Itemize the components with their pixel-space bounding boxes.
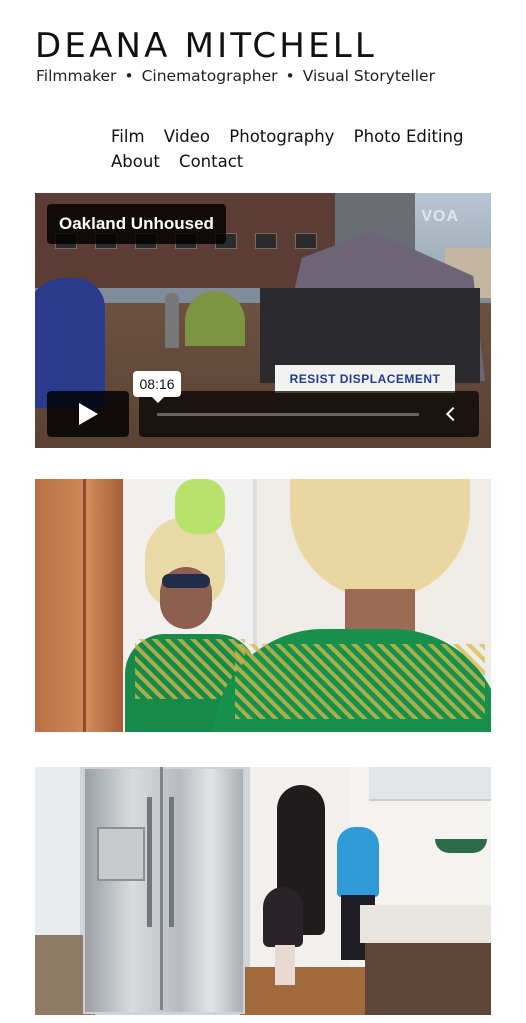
site-tagline: Filmmaker • Cinematographer • Visual Storyte… xyxy=(36,66,435,86)
nav-item-contact[interactable]: Contact xyxy=(179,149,243,174)
image-scene-cabinet xyxy=(369,767,491,801)
video-player-oakland-unhoused[interactable]: RESIST DISPLACEMENT VOA Oakland Unhoused… xyxy=(35,193,491,448)
nav-item-about[interactable]: About xyxy=(111,149,160,174)
gallery-image-kitchen-family[interactable] xyxy=(35,767,491,1015)
image-scene-child xyxy=(263,887,303,947)
image-scene-face-mask xyxy=(162,574,210,588)
image-scene-door xyxy=(35,479,123,732)
nav-item-photo-editing[interactable]: Photo Editing xyxy=(354,124,464,149)
video-scene-banner: RESIST DISPLACEMENT xyxy=(275,365,455,393)
nav-item-video[interactable]: Video xyxy=(164,124,210,149)
video-scene-tent xyxy=(185,291,245,346)
image-scene-fridge-split xyxy=(160,767,163,1010)
image-scene-hair-bow xyxy=(175,479,225,534)
video-progress-track[interactable] xyxy=(157,413,419,416)
video-control-bar xyxy=(139,391,479,437)
tagline-separator: • xyxy=(285,67,295,85)
nav-item-photography[interactable]: Photography xyxy=(229,124,334,149)
tagline-role-cinematographer: Cinematographer xyxy=(141,67,278,85)
image-scene-refrigerator xyxy=(83,767,245,1014)
image-scene-water-dispenser xyxy=(97,827,145,881)
tagline-role-filmmaker: Filmmaker xyxy=(36,67,117,85)
voa-logo: VOA xyxy=(421,208,459,225)
play-button[interactable] xyxy=(47,391,129,437)
image-scene-door-edge xyxy=(83,479,86,732)
video-scene-person xyxy=(165,293,179,348)
tagline-separator: • xyxy=(124,67,134,85)
image-scene-child-legs xyxy=(275,945,295,985)
play-icon xyxy=(79,403,98,425)
image-scene-island-top xyxy=(360,905,491,943)
nav-item-film[interactable]: Film xyxy=(111,124,145,149)
image-scene-embroidery xyxy=(235,644,485,719)
tagline-role-storyteller: Visual Storyteller xyxy=(302,67,435,85)
video-title[interactable]: Oakland Unhoused xyxy=(47,204,226,244)
video-duration-badge: 08:16 xyxy=(133,371,181,403)
gallery-image-mirror-portrait[interactable] xyxy=(35,479,491,732)
chevron-left-icon[interactable] xyxy=(441,403,463,425)
video-scene-tent xyxy=(35,278,105,408)
image-scene-child xyxy=(337,827,379,897)
image-scene-fridge-handle xyxy=(169,797,174,927)
site-title[interactable]: DEANA MITCHELL xyxy=(35,26,377,66)
main-nav: Film Video Photography Photo Editing Abo… xyxy=(111,124,491,174)
image-scene-bowl xyxy=(435,839,487,853)
image-scene-fridge-handle xyxy=(147,797,152,927)
